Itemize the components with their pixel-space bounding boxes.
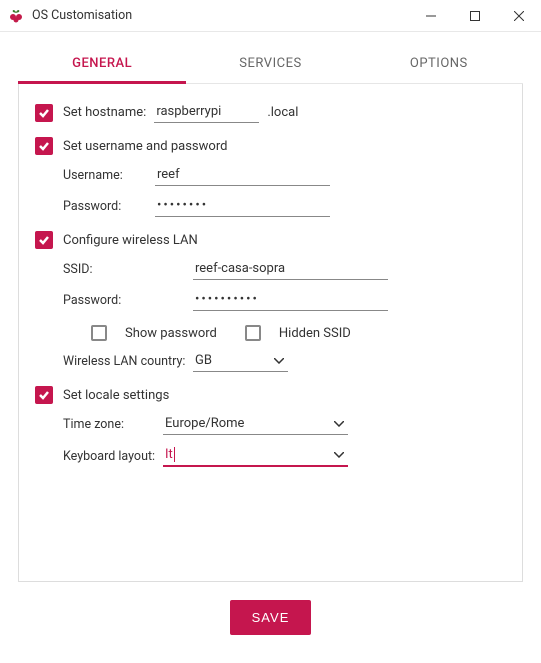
tz-select[interactable]: Europe/Rome (163, 414, 348, 435)
hostname-label: Set hostname: (63, 105, 146, 120)
save-button[interactable]: SAVE (230, 600, 312, 635)
hidden-ssid-label: Hidden SSID (279, 326, 351, 341)
ssid-label: SSID: (63, 262, 193, 277)
wlan-password-label: Password: (63, 293, 193, 308)
wlan-country-select[interactable]: GB (193, 351, 288, 372)
userpass-checkbox[interactable] (35, 137, 53, 155)
hostname-input[interactable] (154, 102, 259, 123)
hostname-row: Set hostname: .local (35, 102, 506, 123)
show-password-option[interactable]: Show password (91, 325, 217, 341)
tab-general[interactable]: GENERAL (18, 46, 186, 83)
wlan-country-row: Wireless LAN country: GB (63, 351, 506, 372)
tab-options[interactable]: OPTIONS (355, 46, 523, 83)
kb-label: Keyboard layout: (63, 449, 163, 464)
ssid-row: SSID: (63, 259, 506, 280)
wlan-country-select-wrap[interactable]: GB (193, 351, 288, 372)
username-row: Username: (63, 165, 506, 186)
wlan-checkbox[interactable] (35, 231, 53, 249)
general-panel: Set hostname: .local Set username and pa… (18, 84, 523, 582)
kb-select-wrap[interactable]: It (163, 445, 348, 467)
userpass-label: Set username and password (63, 139, 227, 154)
show-password-label: Show password (125, 326, 217, 341)
hostname-checkbox[interactable] (35, 104, 53, 122)
password-row: Password: (63, 196, 506, 217)
close-button[interactable] (497, 0, 541, 32)
username-label: Username: (63, 168, 155, 183)
window-title: OS Customisation (32, 8, 409, 23)
locale-row: Set locale settings (35, 386, 506, 404)
show-password-checkbox[interactable] (91, 325, 107, 341)
wlan-options: Show password Hidden SSID (91, 325, 506, 341)
minimize-button[interactable] (409, 0, 453, 32)
tabs: GENERAL SERVICES OPTIONS (18, 46, 523, 84)
wlan-row: Configure wireless LAN (35, 231, 506, 249)
hidden-ssid-checkbox[interactable] (245, 325, 261, 341)
hostname-suffix: .local (267, 105, 298, 120)
maximize-button[interactable] (453, 0, 497, 32)
username-input[interactable] (155, 165, 330, 186)
wlan-label: Configure wireless LAN (63, 233, 198, 248)
tz-label: Time zone: (63, 417, 163, 432)
wlan-country-label: Wireless LAN country: (63, 354, 193, 369)
app-icon (8, 8, 24, 24)
tab-services[interactable]: SERVICES (186, 46, 354, 83)
titlebar: OS Customisation (0, 0, 541, 32)
hidden-ssid-option[interactable]: Hidden SSID (245, 325, 351, 341)
tz-row: Time zone: Europe/Rome (63, 414, 506, 435)
wlan-password-input[interactable] (193, 290, 388, 311)
password-input[interactable] (155, 196, 330, 217)
ssid-input[interactable] (193, 259, 388, 280)
tz-select-wrap[interactable]: Europe/Rome (163, 414, 348, 435)
locale-checkbox[interactable] (35, 386, 53, 404)
wlan-password-row: Password: (63, 290, 506, 311)
userpass-row: Set username and password (35, 137, 506, 155)
kb-select[interactable]: It (163, 445, 348, 467)
password-label: Password: (63, 199, 155, 214)
locale-label: Set locale settings (63, 388, 169, 403)
kb-row: Keyboard layout: It (63, 445, 506, 467)
